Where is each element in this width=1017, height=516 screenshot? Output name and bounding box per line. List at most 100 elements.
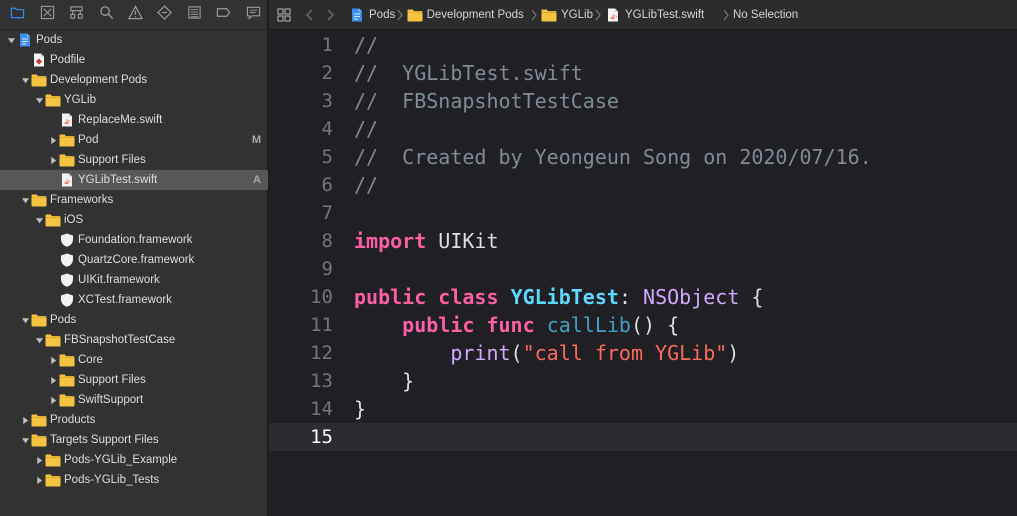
navigator-item[interactable]: YGLibTest.swift A <box>0 170 268 190</box>
jumpbar-crumb[interactable]: YGLib <box>541 0 593 30</box>
navigator-item-label: YGLib <box>64 94 96 106</box>
navigator-item[interactable]: Foundation.framework <box>0 230 268 250</box>
disclosure-closed-icon[interactable] <box>33 450 45 470</box>
navigator-tab-5[interactable] <box>121 0 150 30</box>
code-text: } <box>354 367 414 395</box>
swift-file-icon <box>605 8 621 22</box>
code-line[interactable]: 13 } <box>269 367 1017 395</box>
navigator-item[interactable]: XCTest.framework <box>0 290 268 310</box>
token-plain: } <box>354 397 367 421</box>
navigator-tab-8[interactable] <box>209 0 238 30</box>
navigator-tab-3[interactable] <box>62 0 91 30</box>
code-text: // <box>354 115 378 143</box>
disclosure-open-icon[interactable] <box>33 330 45 350</box>
chevron-right-icon <box>723 0 729 30</box>
navigator-item-label: Foundation.framework <box>78 234 193 246</box>
navigator-item[interactable]: YGLib <box>0 90 268 110</box>
navigator-item[interactable]: Pods-YGLib_Tests <box>0 470 268 490</box>
navigator-item[interactable]: UIKit.framework <box>0 270 268 290</box>
jumpbar-crumb[interactable]: No Selection <box>733 0 798 30</box>
disclosure-closed-icon[interactable] <box>33 470 45 490</box>
code-line[interactable]: 3 // FBSnapshotTestCase <box>269 87 1017 115</box>
forward-arrow-icon[interactable] <box>325 0 335 30</box>
navigator-item[interactable]: Targets Support Files <box>0 430 268 450</box>
framework-icon <box>59 253 75 267</box>
navigator-item[interactable]: Products <box>0 410 268 430</box>
jumpbar-crumb[interactable]: YGLibTest.swift <box>605 0 704 30</box>
navigator-item-label: UIKit.framework <box>78 274 160 286</box>
jumpbar-crumb-label: Development Pods <box>426 9 524 21</box>
navigator-tab-1[interactable] <box>3 0 32 30</box>
token-kw: import <box>354 229 427 253</box>
navigator-item[interactable]: SwiftSupport <box>0 390 268 410</box>
disclosure-open-icon[interactable] <box>19 310 31 330</box>
back-arrow-icon[interactable] <box>305 0 315 30</box>
navigator-item[interactable]: QuartzCore.framework <box>0 250 268 270</box>
navigator-item-label: Frameworks <box>50 194 114 206</box>
code-line[interactable]: 8 import UIKit <box>269 227 1017 255</box>
code-line[interactable]: 7 <box>269 199 1017 227</box>
disclosure-closed-icon[interactable] <box>19 410 31 430</box>
disclosure-open-icon[interactable] <box>33 210 45 230</box>
code-text: // <box>354 171 378 199</box>
navigator-item[interactable]: Pods <box>0 310 268 330</box>
navigator-item-label: iOS <box>64 214 84 226</box>
disclosure-open-icon[interactable] <box>19 430 31 450</box>
code-text: // <box>354 31 378 59</box>
disclosure-open-icon[interactable] <box>19 190 31 210</box>
navigator-item[interactable]: Core <box>0 350 268 370</box>
disclosure-closed-icon[interactable] <box>47 150 59 170</box>
disclosure-open-icon[interactable] <box>5 30 17 50</box>
code-line[interactable]: 5 // Created by Yeongeun Song on 2020/07/… <box>269 143 1017 171</box>
code-line[interactable]: 4 // <box>269 115 1017 143</box>
navigator-item[interactable]: Pods-YGLib_Example <box>0 450 268 470</box>
line-number: 4 <box>321 118 333 140</box>
disclosure-closed-icon[interactable] <box>47 390 59 410</box>
disclosure-closed-icon[interactable] <box>47 350 59 370</box>
navigator-item[interactable]: Development Pods <box>0 70 268 90</box>
code-text: public func callLib() { <box>354 311 679 339</box>
folder-icon <box>31 73 47 87</box>
code-line[interactable]: 1 // <box>269 31 1017 59</box>
code-line[interactable]: 10 public class YGLibTest: NSObject { <box>269 283 1017 311</box>
code-line[interactable]: 9 <box>269 255 1017 283</box>
token-comment: // Created by Yeongeun Song on 2020/07/1… <box>354 145 872 169</box>
code-line[interactable]: 11 public func callLib() { <box>269 311 1017 339</box>
navigator-item[interactable]: Frameworks <box>0 190 268 210</box>
disclosure-open-icon[interactable] <box>19 70 31 90</box>
navigator-item-label: Pods <box>36 34 63 46</box>
folder-icon <box>59 393 75 407</box>
token-comment: // YGLibTest.swift <box>354 61 583 85</box>
breakpoint-navigator-icon <box>216 5 231 25</box>
navigator-item[interactable]: iOS <box>0 210 268 230</box>
token-kw: class <box>438 285 499 309</box>
navigator-item[interactable]: Pod M <box>0 130 268 150</box>
token-comment: // FBSnapshotTestCase <box>354 89 619 113</box>
folder-icon <box>45 453 61 467</box>
jumpbar-crumb[interactable]: Pods <box>349 0 395 30</box>
navigator-tab-2[interactable] <box>32 0 61 30</box>
debug-navigator-icon <box>187 5 202 25</box>
disclosure-open-icon[interactable] <box>33 90 45 110</box>
token-plain: { <box>739 285 764 309</box>
jumpbar-crumb[interactable]: Development Pods <box>407 0 524 30</box>
code-line[interactable]: 6 // <box>269 171 1017 199</box>
navigator-item[interactable]: Support Files <box>0 370 268 390</box>
navigator-item[interactable]: Support Files <box>0 150 268 170</box>
navigator-tab-4[interactable] <box>91 0 120 30</box>
disclosure-closed-icon[interactable] <box>47 130 59 150</box>
code-line[interactable]: 15 <box>269 423 1017 451</box>
navigator-tab-7[interactable] <box>180 0 209 30</box>
source-editor[interactable]: 1 // 2 // YGLibTest.swift 3 // FBSnapshotTest… <box>269 30 1017 516</box>
navigator-item[interactable]: Podfile <box>0 50 268 70</box>
navigator-item[interactable]: Pods <box>0 30 268 50</box>
code-line[interactable]: 2 // YGLibTest.swift <box>269 59 1017 87</box>
code-line[interactable]: 14} <box>269 395 1017 423</box>
disclosure-closed-icon[interactable] <box>47 370 59 390</box>
navigator-tab-9[interactable] <box>239 0 268 30</box>
navigator-tab-6[interactable] <box>150 0 179 30</box>
navigator-item[interactable]: ReplaceMe.swift <box>0 110 268 130</box>
code-line[interactable]: 12 print("call from YGLib") <box>269 339 1017 367</box>
related-items-icon[interactable] <box>277 0 291 30</box>
navigator-item[interactable]: FBSnapshotTestCase <box>0 330 268 350</box>
